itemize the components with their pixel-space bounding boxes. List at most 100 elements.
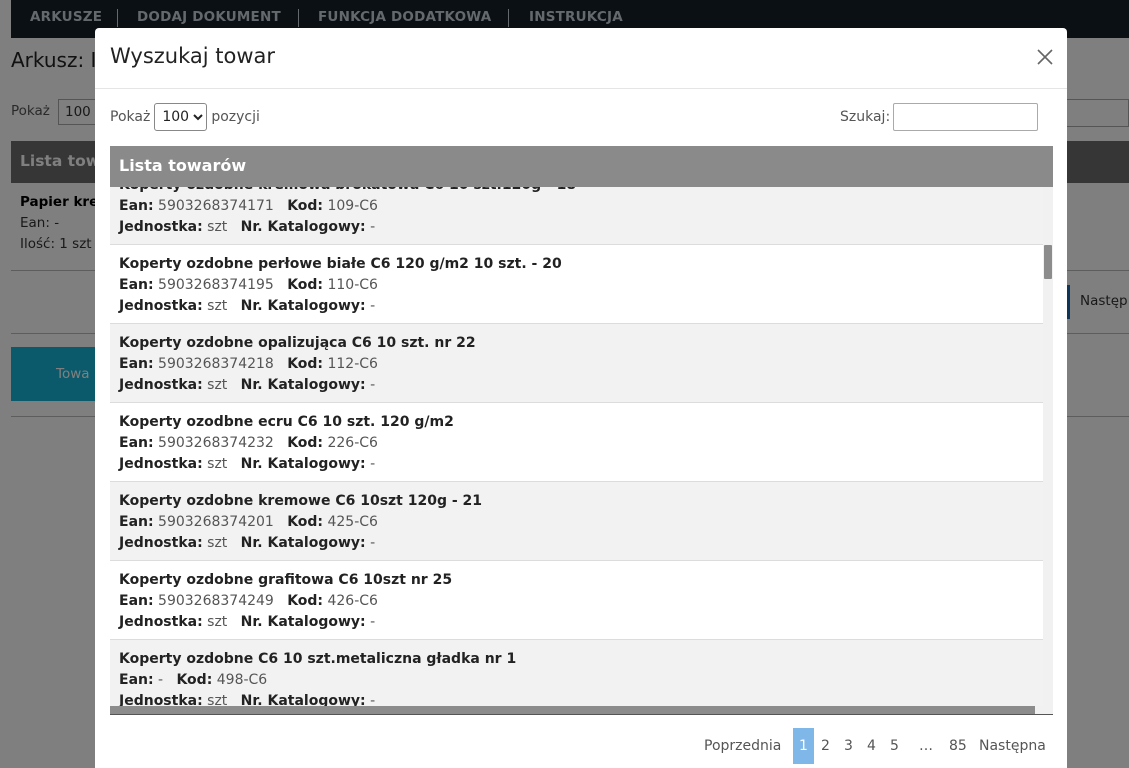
- pagination-ellipsis: …: [919, 738, 933, 754]
- ean-value: 5903268374195: [158, 277, 274, 293]
- page-size-select[interactable]: 100: [154, 103, 208, 131]
- ean-value: 5903268374249: [158, 593, 274, 609]
- pagination-page-last[interactable]: 85: [949, 738, 967, 754]
- search-control: Szukaj:: [840, 103, 1039, 131]
- ean-label: Ean:: [119, 672, 154, 688]
- pagination-page[interactable]: 2: [821, 738, 830, 754]
- product-codes: Ean: 5903268374195 Kod: 110-C6: [119, 275, 1043, 296]
- ean-label: Ean:: [119, 593, 154, 609]
- pagination: Poprzednia 1 2 3 4 5 … 85 Następna: [95, 728, 1067, 764]
- product-codes: Ean: 5903268374201 Kod: 425-C6: [119, 512, 1043, 533]
- list-header: Lista towarów: [110, 146, 1053, 187]
- unit-value: szt: [207, 298, 228, 314]
- product-codes: Ean: - Kod: 498-C6: [119, 670, 1043, 691]
- kod-value: 426-C6: [327, 593, 378, 609]
- kod-label: Kod:: [287, 514, 324, 530]
- ean-value: 5903268374232: [158, 435, 274, 451]
- product-codes: Ean: 5903268374171 Kod: 109-C6: [119, 196, 1043, 217]
- catalog-label: Nr. Katalogowy:: [240, 456, 366, 472]
- product-codes: Ean: 5903268374218 Kod: 112-C6: [119, 354, 1043, 375]
- unit-value: szt: [207, 456, 228, 472]
- vertical-scrollbar-thumb[interactable]: [1044, 245, 1052, 279]
- catalog-label: Nr. Katalogowy:: [240, 614, 366, 630]
- product-name: Koperty ozdobne perłowe białe C6 120 g/m…: [119, 256, 562, 272]
- product-name: Koperty ozdobne C6 10 szt.metaliczna gła…: [119, 651, 517, 667]
- unit-label: Jednostka:: [119, 614, 203, 630]
- horizontal-scrollbar-thumb[interactable]: [110, 706, 1035, 714]
- product-row[interactable]: Koperty ozdobne perłowe białe C6 120 g/m…: [110, 245, 1043, 324]
- unit-label: Jednostka:: [119, 535, 203, 551]
- unit-label: Jednostka:: [119, 377, 203, 393]
- pagination-prev[interactable]: Poprzednia: [704, 738, 781, 754]
- kod-value: 498-C6: [216, 672, 268, 688]
- kod-value: 226-C6: [327, 435, 378, 451]
- modal-header: Wyszukaj towar: [95, 28, 1067, 89]
- close-icon[interactable]: [1032, 44, 1058, 70]
- kod-value: 425-C6: [327, 514, 378, 530]
- pagination-page[interactable]: 3: [844, 738, 853, 754]
- product-meta: Jednostka: szt Nr. Katalogowy: -: [119, 454, 1043, 475]
- product-row[interactable]: Koperty ozdobne kremowe C6 10szt 120g - …: [110, 482, 1043, 561]
- pagination-page-current[interactable]: 1: [793, 728, 814, 764]
- catalog-value: -: [370, 535, 376, 551]
- catalog-label: Nr. Katalogowy:: [240, 298, 366, 314]
- product-row[interactable]: Koperty ozdobne C6 10 szt.metaliczna gła…: [110, 640, 1043, 714]
- show-suffix-label: pozycji: [211, 109, 260, 125]
- catalog-value: -: [370, 456, 376, 472]
- ean-label: Ean:: [119, 435, 154, 451]
- product-meta: Jednostka: szt Nr. Katalogowy: -: [119, 217, 1043, 238]
- product-codes: Ean: 5903268374249 Kod: 426-C6: [119, 591, 1043, 612]
- pagination-page[interactable]: 4: [867, 738, 876, 754]
- kod-label: Kod:: [287, 593, 324, 609]
- modal-title: Wyszukaj towar: [110, 44, 276, 68]
- unit-value: szt: [207, 614, 228, 630]
- product-name: Koperty ozdobne kremowa brokatowa C6 10 …: [119, 187, 1043, 196]
- kod-label: Kod:: [287, 198, 324, 214]
- unit-value: szt: [207, 219, 228, 235]
- catalog-value: -: [370, 377, 376, 393]
- unit-label: Jednostka:: [119, 219, 203, 235]
- ean-label: Ean:: [119, 198, 154, 214]
- ean-label: Ean:: [119, 514, 154, 530]
- product-row[interactable]: Koperty ozdobne kremowa brokatowa C6 10 …: [110, 187, 1043, 245]
- search-label: Szukaj:: [840, 109, 891, 125]
- list-header-label: Lista towarów: [119, 156, 247, 175]
- kod-label: Kod:: [287, 356, 324, 372]
- page-size-control: Pokaż 100 pozycji: [110, 103, 260, 131]
- unit-label: Jednostka:: [119, 298, 203, 314]
- ean-value: -: [158, 672, 164, 688]
- ean-label: Ean:: [119, 356, 154, 372]
- pagination-page[interactable]: 5: [890, 738, 899, 754]
- kod-label: Kod:: [176, 672, 213, 688]
- show-label: Pokaż: [110, 109, 151, 125]
- product-codes: Ean: 5903268374232 Kod: 226-C6: [119, 433, 1043, 454]
- catalog-label: Nr. Katalogowy:: [240, 535, 366, 551]
- pagination-next[interactable]: Następna: [979, 738, 1046, 754]
- kod-value: 112-C6: [327, 356, 378, 372]
- search-input[interactable]: [893, 103, 1039, 131]
- product-meta: Jednostka: szt Nr. Katalogowy: -: [119, 296, 1043, 317]
- product-name: Koperty ozdobne opalizująca C6 10 szt. n…: [119, 335, 476, 351]
- kod-label: Kod:: [287, 435, 324, 451]
- catalog-value: -: [370, 614, 376, 630]
- product-meta: Jednostka: szt Nr. Katalogowy: -: [119, 533, 1043, 554]
- catalog-label: Nr. Katalogowy:: [240, 219, 366, 235]
- product-name: Koperty ozodbne ecru C6 10 szt. 120 g/m2: [119, 414, 454, 430]
- product-row[interactable]: Koperty ozdobne opalizująca C6 10 szt. n…: [110, 324, 1043, 403]
- product-list[interactable]: Koperty ozdobne kremowa brokatowa C6 10 …: [110, 187, 1053, 715]
- unit-value: szt: [207, 535, 228, 551]
- ean-value: 5903268374201: [158, 514, 274, 530]
- ean-value: 5903268374171: [158, 198, 274, 214]
- catalog-value: -: [370, 298, 376, 314]
- kod-label: Kod:: [287, 277, 324, 293]
- catalog-value: -: [370, 219, 376, 235]
- ean-value: 5903268374218: [158, 356, 274, 372]
- search-product-modal: Wyszukaj towar Pokaż 100 pozycji Szukaj:…: [95, 28, 1067, 768]
- product-meta: Jednostka: szt Nr. Katalogowy: -: [119, 612, 1043, 633]
- catalog-label: Nr. Katalogowy:: [240, 377, 366, 393]
- product-row[interactable]: Koperty ozodbne ecru C6 10 szt. 120 g/m2…: [110, 403, 1043, 482]
- unit-value: szt: [207, 377, 228, 393]
- product-row[interactable]: Koperty ozdobne grafitowa C6 10szt nr 25…: [110, 561, 1043, 640]
- product-name: Koperty ozdobne grafitowa C6 10szt nr 25: [119, 572, 453, 588]
- product-meta: Jednostka: szt Nr. Katalogowy: -: [119, 375, 1043, 396]
